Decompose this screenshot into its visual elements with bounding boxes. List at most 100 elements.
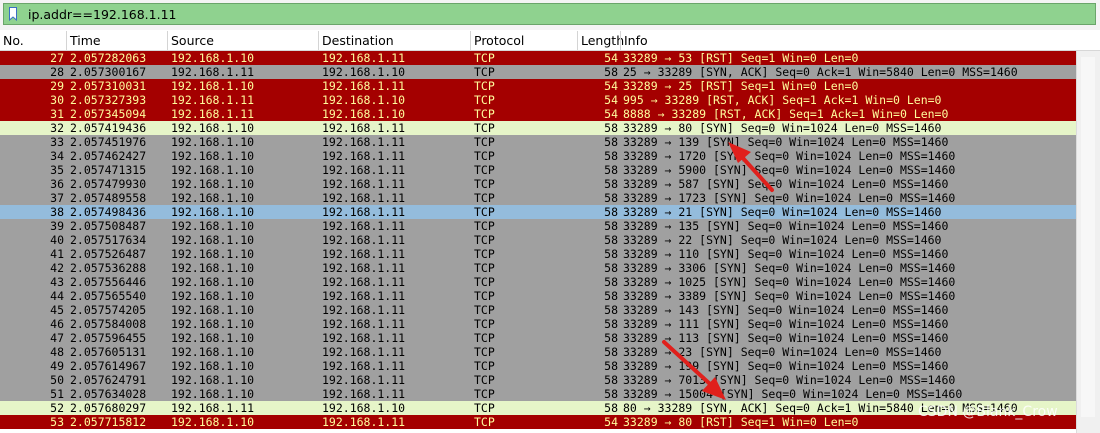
packet-cell-info: 33289 → 110 [SYN] Seq=0 Win=1024 Len=0 M… bbox=[623, 247, 949, 261]
packet-cell-info: 33289 → 80 [SYN] Seq=0 Win=1024 Len=0 MS… bbox=[623, 121, 942, 135]
packet-cell-time: 2.057526487 bbox=[70, 247, 147, 261]
packet-cell-info: 33289 → 21 [SYN] Seq=0 Win=1024 Len=0 MS… bbox=[623, 205, 942, 219]
packet-cell-protocol: TCP bbox=[474, 415, 495, 429]
column-header-time[interactable]: Time bbox=[66, 31, 167, 50]
packet-cell-time: 2.057498436 bbox=[70, 205, 147, 219]
packet-cell-info: 33289 → 199 [SYN] Seq=0 Win=1024 Len=0 M… bbox=[623, 359, 949, 373]
packet-row[interactable]: 40 2.057517634 192.168.1.10 192.168.1.11 TCP… bbox=[0, 233, 1076, 247]
packet-cell-time: 2.057584008 bbox=[70, 317, 147, 331]
packet-cell-info: 33289 → 7013 [SYN] Seq=0 Win=1024 Len=0 … bbox=[623, 373, 956, 387]
packet-cell-no: 45 bbox=[50, 303, 64, 317]
packet-cell-destination: 192.168.1.11 bbox=[322, 135, 406, 149]
packet-row[interactable]: 32 2.057419436 192.168.1.10 192.168.1.11 TCP… bbox=[0, 121, 1076, 135]
packet-row[interactable]: 35 2.057471315 192.168.1.10 192.168.1.11 TCP… bbox=[0, 163, 1076, 177]
packet-cell-no: 44 bbox=[50, 289, 64, 303]
packet-row[interactable]: 33 2.057451976 192.168.1.10 192.168.1.11 TCP… bbox=[0, 135, 1076, 149]
packet-list: 27 2.057282063 192.168.1.10 192.168.1.11 TCP… bbox=[0, 51, 1076, 429]
display-filter-input[interactable]: ip.addr==192.168.1.11 bbox=[3, 3, 1096, 25]
packet-row[interactable]: 51 2.057634028 192.168.1.10 192.168.1.11 TCP… bbox=[0, 387, 1076, 401]
packet-cell-destination: 192.168.1.11 bbox=[322, 261, 406, 275]
packet-cell-time: 2.057489558 bbox=[70, 191, 147, 205]
packet-row[interactable]: 37 2.057489558 192.168.1.10 192.168.1.11 TCP… bbox=[0, 191, 1076, 205]
packet-cell-length: 58 bbox=[604, 233, 618, 247]
packet-cell-time: 2.057634028 bbox=[70, 387, 147, 401]
column-header-length[interactable]: Length bbox=[577, 31, 624, 50]
packet-cell-protocol: TCP bbox=[474, 205, 495, 219]
packet-cell-destination: 192.168.1.11 bbox=[322, 303, 406, 317]
packet-cell-length: 58 bbox=[604, 387, 618, 401]
packet-cell-protocol: TCP bbox=[474, 401, 495, 415]
packet-cell-destination: 192.168.1.10 bbox=[322, 401, 406, 415]
packet-cell-info: 33289 → 25 [RST] Seq=1 Win=0 Len=0 bbox=[623, 79, 859, 93]
packet-cell-time: 2.057605131 bbox=[70, 345, 147, 359]
column-header-source[interactable]: Source bbox=[167, 31, 318, 50]
packet-row[interactable]: 41 2.057526487 192.168.1.10 192.168.1.11 TCP… bbox=[0, 247, 1076, 261]
packet-cell-length: 58 bbox=[604, 373, 618, 387]
packet-cell-destination: 192.168.1.11 bbox=[322, 121, 406, 135]
watermark: CSDN @Blank_Crow bbox=[918, 404, 1058, 420]
packet-cell-info: 33289 → 5900 [SYN] Seq=0 Win=1024 Len=0 … bbox=[623, 163, 956, 177]
packet-cell-protocol: TCP bbox=[474, 261, 495, 275]
packet-cell-destination: 192.168.1.11 bbox=[322, 149, 406, 163]
packet-row[interactable]: 29 2.057310031 192.168.1.10 192.168.1.11 TCP… bbox=[0, 79, 1076, 93]
packet-row[interactable]: 52 2.057680297 192.168.1.11 192.168.1.10 TCP… bbox=[0, 401, 1076, 415]
packet-cell-info: 33289 → 1720 [SYN] Seq=0 Win=1024 Len=0 … bbox=[623, 149, 956, 163]
packet-cell-time: 2.057508487 bbox=[70, 219, 147, 233]
packet-cell-length: 54 bbox=[604, 415, 618, 429]
packet-cell-no: 40 bbox=[50, 233, 64, 247]
packet-row[interactable]: 39 2.057508487 192.168.1.10 192.168.1.11 TCP… bbox=[0, 219, 1076, 233]
packet-cell-length: 58 bbox=[604, 219, 618, 233]
packet-row[interactable]: 44 2.057565540 192.168.1.10 192.168.1.11 TCP… bbox=[0, 289, 1076, 303]
packet-cell-no: 34 bbox=[50, 149, 64, 163]
packet-row[interactable]: 27 2.057282063 192.168.1.10 192.168.1.11 TCP… bbox=[0, 51, 1076, 65]
packet-row[interactable]: 36 2.057479930 192.168.1.10 192.168.1.11 TCP… bbox=[0, 177, 1076, 191]
packet-cell-protocol: TCP bbox=[474, 65, 495, 79]
display-filter-bar: ip.addr==192.168.1.11 bbox=[0, 0, 1100, 30]
packet-cell-no: 32 bbox=[50, 121, 64, 135]
packet-row[interactable]: 47 2.057596455 192.168.1.10 192.168.1.11 TCP… bbox=[0, 331, 1076, 345]
packet-cell-protocol: TCP bbox=[474, 51, 495, 65]
packet-row[interactable]: 28 2.057300167 192.168.1.11 192.168.1.10 TCP… bbox=[0, 65, 1076, 79]
packet-cell-protocol: TCP bbox=[474, 289, 495, 303]
packet-cell-time: 2.057479930 bbox=[70, 177, 147, 191]
packet-cell-source: 192.168.1.10 bbox=[171, 177, 255, 191]
packet-cell-source: 192.168.1.10 bbox=[171, 51, 255, 65]
packet-cell-source: 192.168.1.11 bbox=[171, 93, 255, 107]
packet-cell-source: 192.168.1.10 bbox=[171, 373, 255, 387]
packet-row[interactable]: 50 2.057624791 192.168.1.10 192.168.1.11 TCP… bbox=[0, 373, 1076, 387]
packet-cell-no: 27 bbox=[50, 51, 64, 65]
packet-cell-protocol: TCP bbox=[474, 163, 495, 177]
packet-list-header: No. Time Source Destination Protocol Len… bbox=[0, 31, 1100, 51]
column-header-info[interactable]: Info bbox=[620, 31, 1076, 50]
packet-cell-source: 192.168.1.10 bbox=[171, 303, 255, 317]
column-header-no[interactable]: No. bbox=[0, 31, 66, 50]
packet-row[interactable]: 45 2.057574205 192.168.1.10 192.168.1.11 TCP… bbox=[0, 303, 1076, 317]
packet-cell-info: 33289 → 53 [RST] Seq=1 Win=0 Len=0 bbox=[623, 51, 859, 65]
packet-cell-length: 54 bbox=[604, 107, 618, 121]
packet-row[interactable]: 46 2.057584008 192.168.1.10 192.168.1.11 TCP… bbox=[0, 317, 1076, 331]
packet-cell-protocol: TCP bbox=[474, 191, 495, 205]
packet-cell-destination: 192.168.1.11 bbox=[322, 247, 406, 261]
packet-row[interactable]: 38 2.057498436 192.168.1.10 192.168.1.11 TCP… bbox=[0, 205, 1076, 219]
column-header-protocol[interactable]: Protocol bbox=[470, 31, 577, 50]
packet-cell-length: 58 bbox=[604, 289, 618, 303]
packet-row[interactable]: 49 2.057614967 192.168.1.10 192.168.1.11 TCP… bbox=[0, 359, 1076, 373]
packet-row[interactable]: 53 2.057715812 192.168.1.10 192.168.1.11 TCP… bbox=[0, 415, 1076, 429]
vertical-scrollbar[interactable] bbox=[1076, 51, 1100, 433]
packet-row[interactable]: 31 2.057345094 192.168.1.11 192.168.1.10 TCP… bbox=[0, 107, 1076, 121]
packet-cell-source: 192.168.1.11 bbox=[171, 65, 255, 79]
column-header-destination[interactable]: Destination bbox=[318, 31, 470, 50]
packet-cell-destination: 192.168.1.11 bbox=[322, 233, 406, 247]
packet-row[interactable]: 42 2.057536288 192.168.1.10 192.168.1.11 TCP… bbox=[0, 261, 1076, 275]
packet-row[interactable]: 43 2.057556446 192.168.1.10 192.168.1.11 TCP… bbox=[0, 275, 1076, 289]
packet-row[interactable]: 48 2.057605131 192.168.1.10 192.168.1.11 TCP… bbox=[0, 345, 1076, 359]
packet-cell-time: 2.057327393 bbox=[70, 93, 147, 107]
scrollbar-thumb[interactable] bbox=[1081, 57, 1095, 417]
packet-row[interactable]: 34 2.057462427 192.168.1.10 192.168.1.11 TCP… bbox=[0, 149, 1076, 163]
packet-cell-no: 38 bbox=[50, 205, 64, 219]
packet-cell-destination: 192.168.1.11 bbox=[322, 387, 406, 401]
packet-row[interactable]: 30 2.057327393 192.168.1.11 192.168.1.10 TCP… bbox=[0, 93, 1076, 107]
bookmark-icon[interactable] bbox=[9, 7, 17, 21]
packet-cell-destination: 192.168.1.10 bbox=[322, 107, 406, 121]
packet-cell-no: 36 bbox=[50, 177, 64, 191]
